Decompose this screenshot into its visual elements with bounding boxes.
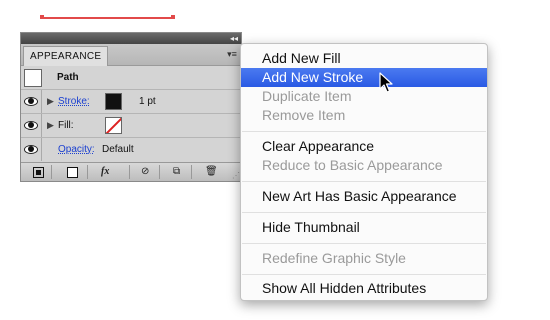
visibility-toggle[interactable] xyxy=(21,138,42,161)
resize-grip-icon[interactable]: ⋰ xyxy=(232,171,240,180)
menu-item-reduce-basic: Reduce to Basic Appearance xyxy=(262,157,443,173)
mouse-pointer-icon xyxy=(379,72,393,93)
add-new-stroke-icon[interactable] xyxy=(33,165,44,178)
menu-item-show-hidden[interactable]: Show All Hidden Attributes xyxy=(241,279,487,298)
selected-path-line[interactable] xyxy=(40,15,175,19)
menu-item-redefine-style: Redefine Graphic Style xyxy=(262,250,406,266)
opacity-value: Default xyxy=(102,144,134,155)
panel-titlebar[interactable]: ◂◂ xyxy=(21,33,241,44)
fill-row[interactable]: ▶ Fill: xyxy=(21,114,241,138)
appearance-panel: ◂◂ APPEARANCE ▾≡ Path ▶ Stroke: 1 pt ▶ F… xyxy=(20,32,242,182)
appearance-panel-menu: Add New Fill Add New Stroke Duplicate It… xyxy=(240,43,488,301)
eye-icon xyxy=(24,145,38,154)
eye-icon xyxy=(24,121,38,130)
eye-icon xyxy=(24,97,38,106)
opacity-row[interactable]: Opacity: Default xyxy=(21,138,241,162)
add-new-effect-icon[interactable]: fx xyxy=(101,165,109,178)
add-new-fill-icon[interactable] xyxy=(67,165,78,178)
stroke-weight: 1 pt xyxy=(139,96,156,107)
stroke-swatch[interactable] xyxy=(105,93,122,110)
fill-swatch-none[interactable] xyxy=(105,117,122,134)
thumbnail xyxy=(24,69,42,87)
menu-separator xyxy=(242,181,486,182)
duplicate-item-icon[interactable]: ⧉ xyxy=(173,165,180,178)
menu-separator xyxy=(242,243,486,244)
disclosure-triangle-icon[interactable]: ▶ xyxy=(47,90,54,113)
menu-item-new-art-basic[interactable]: New Art Has Basic Appearance xyxy=(241,187,487,206)
menu-item-clear-appearance[interactable]: Clear Appearance xyxy=(241,137,487,156)
visibility-toggle[interactable] xyxy=(21,114,42,137)
object-label: Path xyxy=(57,72,79,83)
menu-separator xyxy=(242,212,486,213)
trash-icon[interactable]: 🗑 xyxy=(205,165,218,178)
panel-bottom-toolbar: fx ⊘ ⧉ 🗑 ⋰ xyxy=(21,162,241,181)
stroke-row[interactable]: ▶ Stroke: 1 pt xyxy=(21,90,241,114)
menu-item-remove-item: Remove Item xyxy=(262,107,346,123)
collapse-icon[interactable]: ◂◂ xyxy=(230,34,238,43)
menu-item-hide-thumbnail[interactable]: Hide Thumbnail xyxy=(241,218,487,237)
fill-label: Fill: xyxy=(58,120,74,131)
opacity-link[interactable]: Opacity: xyxy=(58,138,95,161)
object-row[interactable]: Path xyxy=(21,66,241,90)
menu-separator xyxy=(242,131,486,132)
disclosure-triangle-icon[interactable]: ▶ xyxy=(47,114,54,137)
menu-separator xyxy=(242,274,486,275)
tab-appearance[interactable]: APPEARANCE xyxy=(23,46,109,66)
clear-appearance-icon[interactable]: ⊘ xyxy=(141,165,149,178)
panel-menu-icon[interactable]: ▾≡ xyxy=(225,48,239,60)
visibility-toggle[interactable] xyxy=(21,90,42,113)
stroke-link[interactable]: Stroke: xyxy=(58,90,90,113)
menu-item-add-new-fill[interactable]: Add New Fill xyxy=(241,49,487,68)
panel-tabbar: APPEARANCE ▾≡ xyxy=(21,44,241,66)
menu-item-add-new-stroke[interactable]: Add New Stroke xyxy=(241,68,487,87)
menu-item-duplicate-item: Duplicate Item xyxy=(262,88,352,104)
